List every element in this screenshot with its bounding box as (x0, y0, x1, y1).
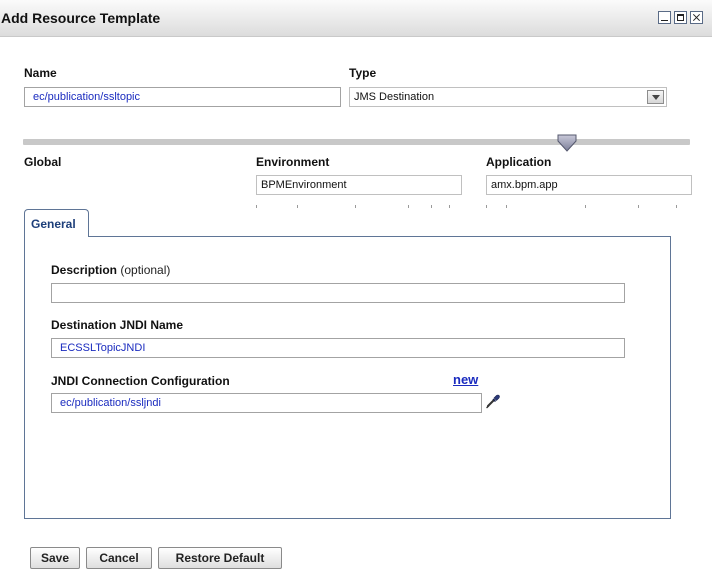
environment-field[interactable]: BPMEnvironment (256, 175, 462, 195)
minimize-icon[interactable] (658, 11, 671, 24)
jndi-connection-field[interactable]: ec/publication/ssljndi (51, 393, 482, 413)
maximize-icon[interactable] (674, 11, 687, 24)
close-icon[interactable] (690, 11, 703, 24)
jndi-name-field[interactable]: ECSSLTopicJNDI (51, 338, 625, 358)
type-select-value: JMS Destination (354, 91, 435, 103)
type-select[interactable]: JMS Destination (349, 87, 667, 107)
name-label: Name (24, 66, 57, 80)
save-button[interactable]: Save (30, 547, 80, 569)
description-field[interactable] (51, 283, 625, 303)
window-controls (658, 11, 703, 24)
description-label-text: Description (51, 263, 118, 277)
name-field[interactable]: ec/publication/ssltopic (24, 87, 341, 107)
restore-default-button[interactable]: Restore Default (158, 547, 282, 569)
environment-label: Environment (256, 155, 330, 169)
environment-tick-marks (256, 205, 462, 208)
description-optional-hint: (optional) (120, 263, 171, 277)
description-label: Description (optional) (51, 263, 170, 277)
application-field[interactable]: amx.bpm.app (486, 175, 692, 195)
scope-slider-track[interactable] (23, 139, 690, 145)
slider-thumb-icon[interactable] (557, 134, 577, 152)
application-tick-marks (486, 205, 692, 208)
new-connection-link[interactable]: new (453, 372, 478, 387)
type-label: Type (349, 66, 377, 80)
dialog-titlebar: Add Resource Template (0, 0, 712, 37)
jndi-name-label: Destination JNDI Name (51, 318, 184, 332)
eyedropper-icon[interactable] (485, 393, 501, 409)
cancel-button[interactable]: Cancel (86, 547, 152, 569)
chevron-down-icon[interactable] (647, 90, 664, 104)
global-label: Global (24, 155, 62, 169)
tab-general[interactable]: General (24, 209, 89, 237)
jndi-connection-label: JNDI Connection Configuration (51, 374, 230, 388)
application-label: Application (486, 155, 552, 169)
dialog-title: Add Resource Template (1, 10, 161, 26)
